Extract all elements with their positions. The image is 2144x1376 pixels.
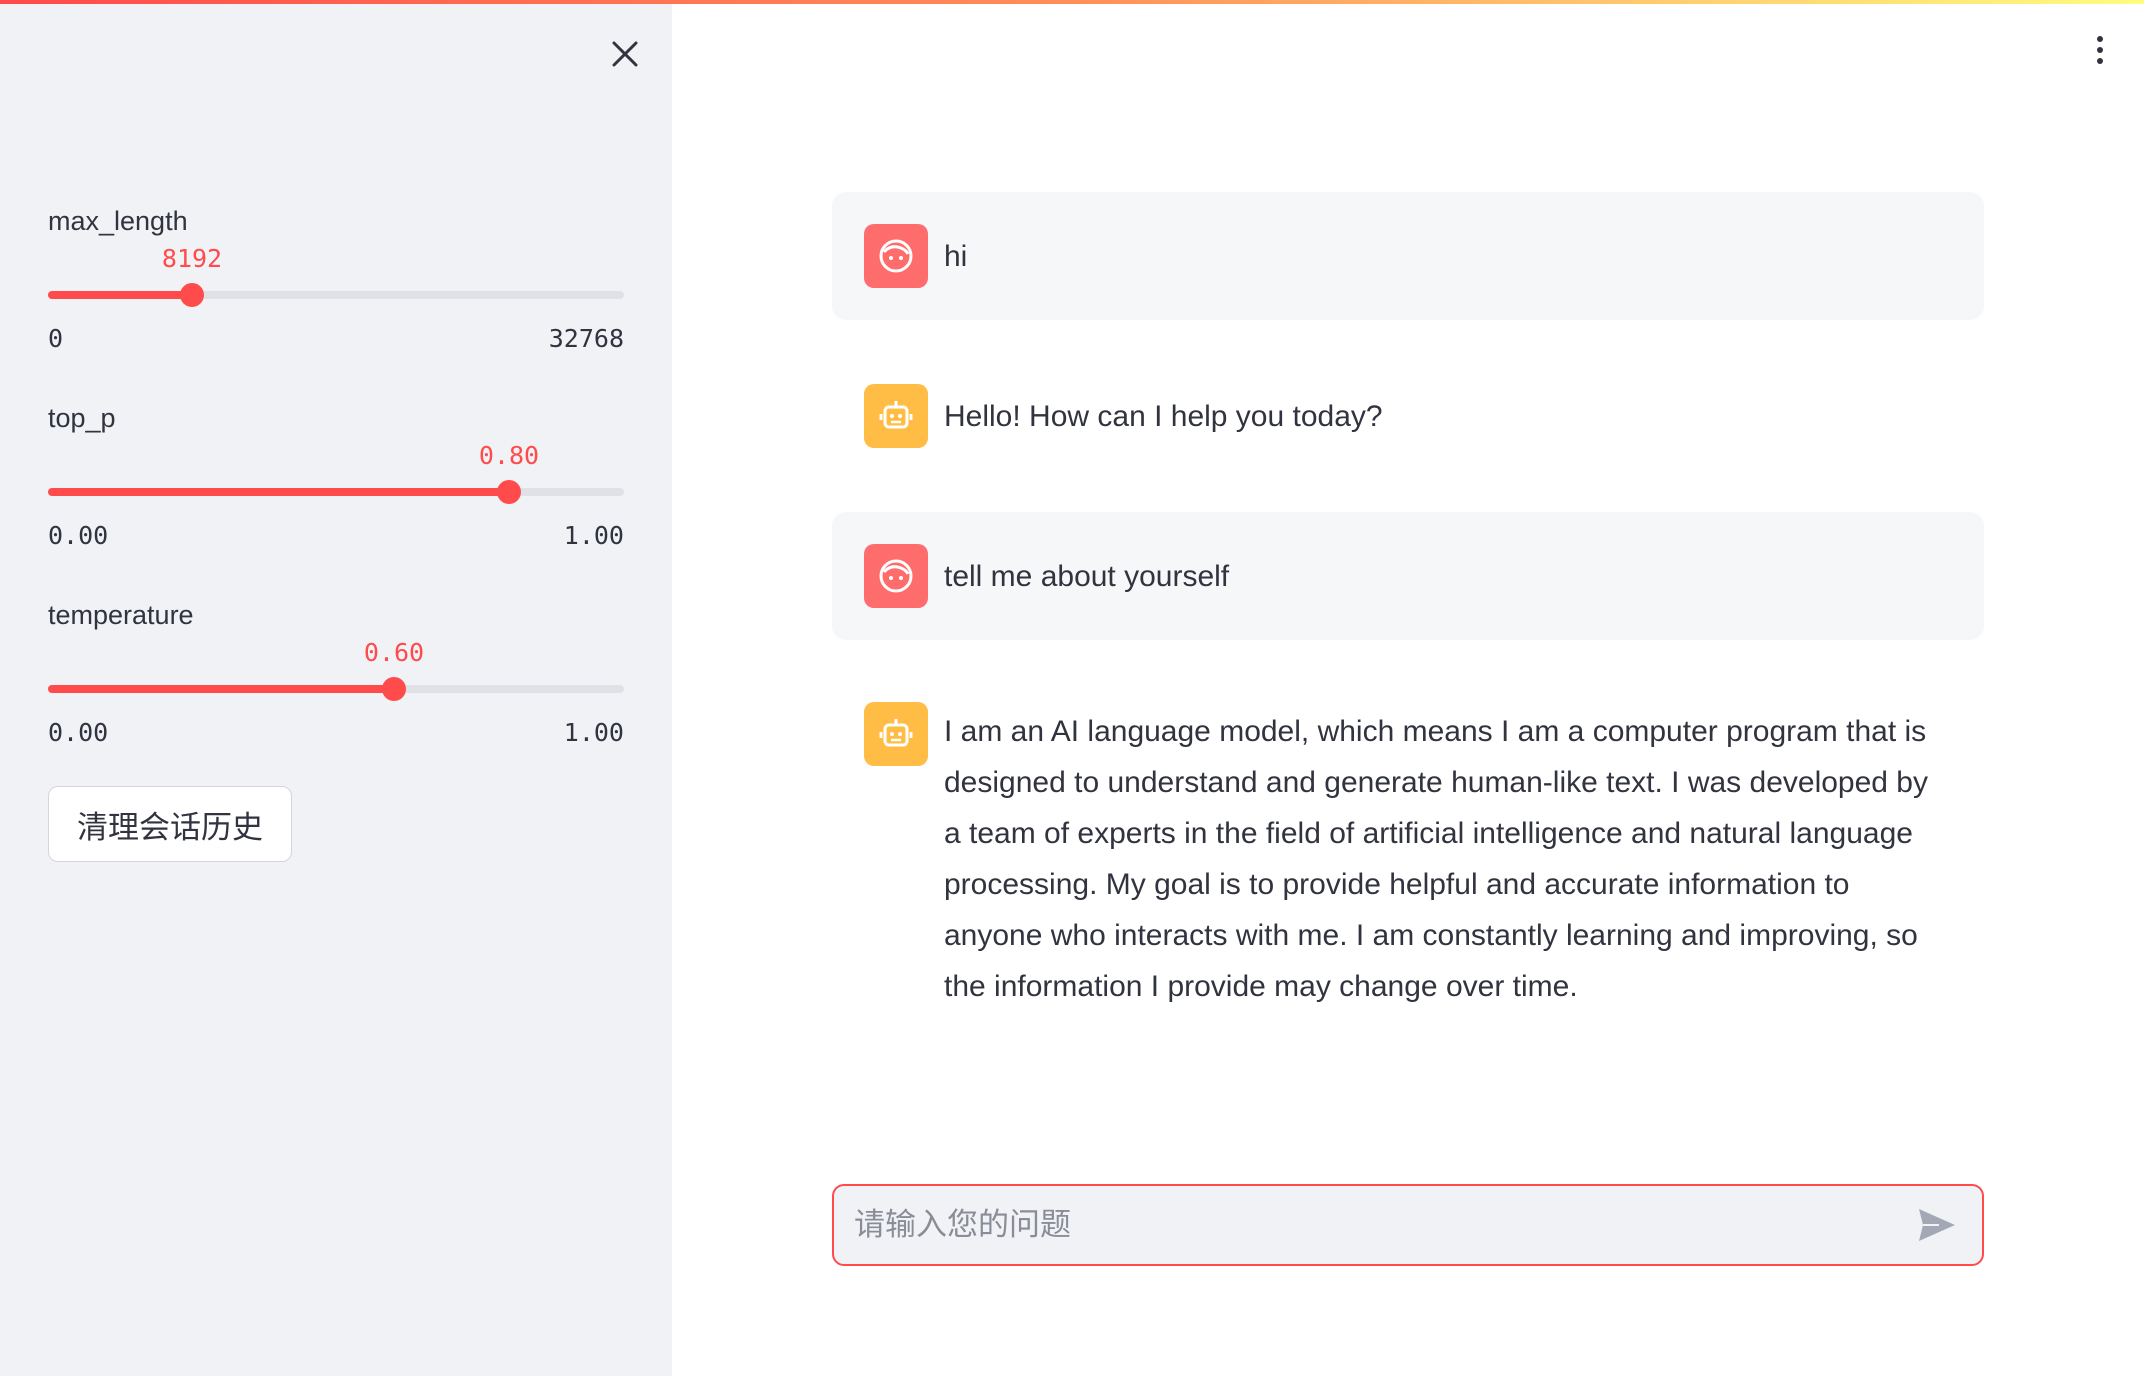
user-avatar (864, 544, 928, 608)
bot-avatar (864, 702, 928, 766)
slider-value: 8192 (161, 244, 223, 273)
slider-label: temperature (48, 600, 194, 630)
message-text: tell me about yourself (944, 559, 1230, 593)
user-face-icon (879, 239, 913, 273)
slider-max: 1.00 (563, 718, 624, 747)
top-decoration-bar (0, 0, 2144, 4)
slider-fill (48, 488, 509, 496)
slider-min: 0.00 (48, 521, 109, 550)
slider-fill (48, 685, 394, 693)
close-sidebar-button[interactable] (603, 32, 647, 76)
top-p-slider: top_p 0.80 0.00 1.00 (48, 400, 624, 560)
main-menu-button[interactable] (2082, 28, 2118, 72)
slider-max: 1.00 (563, 521, 624, 550)
close-icon (612, 41, 638, 67)
chat-message-assistant: Hello! How can I help you today? (832, 352, 1984, 480)
temperature-slider: temperature 0.60 0.00 1.00 (48, 597, 624, 757)
more-vertical-icon-dot (2097, 47, 2103, 53)
max-length-slider: max_length 8192 0 32768 (48, 203, 624, 363)
message-text: hi (944, 239, 968, 273)
send-button[interactable] (1912, 1200, 1962, 1250)
chat-message-user: hi (832, 192, 1984, 320)
slider-min: 0 (48, 324, 64, 353)
more-vertical-icon (2097, 36, 2103, 42)
clear-history-button[interactable]: 清理会话历史 (48, 786, 292, 862)
slider-value: 0.60 (363, 638, 425, 667)
slider-thumb[interactable] (382, 677, 406, 701)
slider-track[interactable] (48, 283, 624, 307)
robot-icon (879, 401, 913, 429)
slider-max: 32768 (548, 324, 624, 353)
chat-input[interactable] (854, 1207, 1912, 1243)
user-face-icon (879, 559, 913, 593)
user-avatar (864, 224, 928, 288)
bot-avatar (864, 384, 928, 448)
slider-value: 0.80 (478, 441, 540, 470)
slider-track[interactable] (48, 480, 624, 504)
slider-thumb[interactable] (497, 480, 521, 504)
slider-fill (48, 291, 192, 299)
slider-min: 0.00 (48, 718, 109, 747)
slider-label: top_p (48, 403, 116, 433)
slider-thumb[interactable] (180, 283, 204, 307)
message-text: Hello! How can I help you today? (944, 399, 1383, 433)
more-vertical-icon-dot (2097, 58, 2103, 64)
chat-input-box (832, 1184, 1984, 1266)
slider-track[interactable] (48, 677, 624, 701)
robot-icon (879, 719, 913, 747)
send-icon (1919, 1209, 1955, 1241)
slider-label: max_length (48, 206, 188, 236)
message-text: I am an AI language model, which means I… (944, 715, 1928, 1003)
chat-message-user: tell me about yourself (832, 512, 1984, 640)
sidebar: max_length 8192 0 32768 top_p 0.80 0.00 … (0, 0, 672, 1376)
chat-message-assistant: I am an AI language model, which means I… (832, 702, 1984, 1022)
